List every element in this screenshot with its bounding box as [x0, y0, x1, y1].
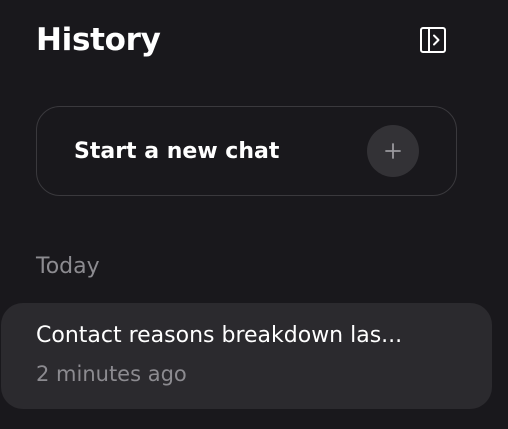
history-item[interactable]: Contact reasons breakdown las... 2 minut…	[1, 303, 492, 409]
plus-icon	[385, 143, 401, 159]
plus-circle	[367, 125, 419, 177]
history-item-timestamp: 2 minutes ago	[36, 362, 187, 386]
section-label-today: Today	[36, 254, 100, 279]
history-panel: History Start a new chat Today Contact r…	[0, 0, 508, 429]
start-new-chat-button[interactable]: Start a new chat	[36, 106, 457, 196]
sidebar-panel-icon	[420, 27, 446, 53]
history-item-title: Contact reasons breakdown las...	[36, 323, 403, 348]
page-title: History	[36, 22, 161, 58]
start-new-chat-label: Start a new chat	[74, 138, 280, 164]
history-header: History	[36, 18, 448, 62]
collapse-sidebar-button[interactable]	[418, 25, 448, 55]
